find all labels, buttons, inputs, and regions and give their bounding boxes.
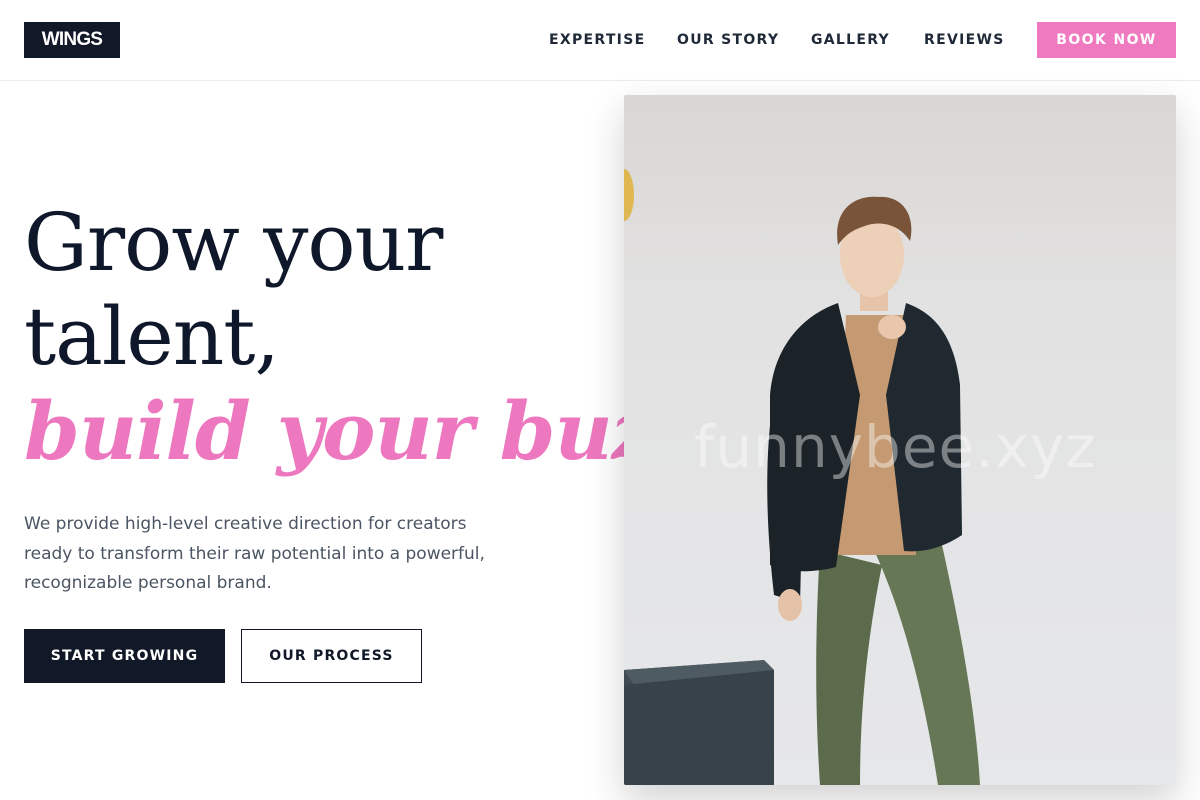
- logo[interactable]: WINGS: [24, 22, 120, 58]
- our-process-button[interactable]: OUR PROCESS: [241, 629, 422, 683]
- headline-line-2: talent,: [24, 290, 280, 383]
- hero-lead-text: We provide high-level creative direction…: [24, 514, 485, 593]
- headline-accent: build your buzz.: [24, 384, 728, 478]
- site-header: WINGS EXPERTISE OUR STORY GALLERY REVIEW…: [0, 0, 1200, 81]
- hero-image: funnybee.xyz: [624, 95, 1176, 785]
- nav-link-our-story[interactable]: OUR STORY: [677, 31, 779, 49]
- image-watermark: funnybee.xyz: [694, 413, 1097, 481]
- nav-link-reviews[interactable]: REVIEWS: [924, 31, 1005, 49]
- headline-line-1: Grow your: [24, 196, 443, 289]
- start-growing-button[interactable]: START GROWING: [24, 629, 225, 683]
- hero-headline: Grow your talent, build your buzz.: [24, 196, 728, 478]
- book-now-button[interactable]: BOOK NOW: [1037, 22, 1176, 58]
- nav-link-gallery[interactable]: GALLERY: [811, 31, 890, 49]
- nav-link-expertise[interactable]: EXPERTISE: [549, 31, 645, 49]
